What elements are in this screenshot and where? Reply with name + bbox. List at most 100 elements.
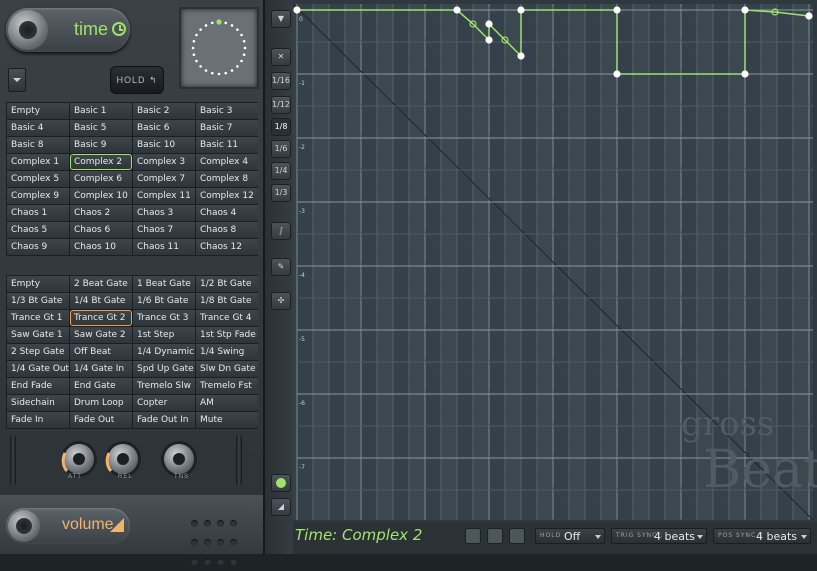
preset-cell[interactable]: Saw Gate 2 [70, 327, 132, 343]
time-dial[interactable] [179, 7, 259, 89]
preset-cell[interactable]: AM [196, 395, 258, 411]
preset-cell[interactable]: 2 Beat Gate [70, 276, 132, 292]
preset-cell[interactable]: Chaos 12 [196, 239, 258, 255]
preset-cell[interactable]: Basic 2 [133, 103, 195, 119]
time-knob[interactable] [8, 10, 48, 50]
toolbar-button[interactable]: 1/3 [271, 184, 291, 202]
preset-cell[interactable]: Chaos 5 [7, 222, 69, 238]
preset-cell[interactable]: Complex 4 [196, 154, 258, 170]
settings-icon[interactable] [465, 528, 481, 544]
preset-cell[interactable]: Complex 7 [133, 171, 195, 187]
preset-cell[interactable]: End Fade [7, 378, 69, 394]
toolbar-button[interactable]: ∫ [271, 222, 291, 240]
preset-cell[interactable]: Basic 1 [70, 103, 132, 119]
time-header[interactable]: time [6, 8, 130, 52]
preset-cell[interactable]: Tremelo Fst [196, 378, 258, 394]
preset-cell[interactable]: Chaos 10 [70, 239, 132, 255]
preset-cell[interactable]: Basic 3 [196, 103, 258, 119]
preset-cell[interactable]: 1/2 Bt Gate [196, 276, 258, 292]
preset-cell[interactable]: Empty [7, 103, 69, 119]
preset-cell[interactable]: 1/4 Bt Gate [70, 293, 132, 309]
preset-cell[interactable]: 1/4 Dynamic [133, 344, 195, 360]
preset-cell[interactable]: Chaos 1 [7, 205, 69, 221]
preset-cell[interactable]: Basic 10 [133, 137, 195, 153]
preset-cell[interactable]: Chaos 4 [196, 205, 258, 221]
preset-cell[interactable]: 1/8 Bt Gate [196, 293, 258, 309]
preset-cell[interactable]: Basic 11 [196, 137, 258, 153]
preset-cell[interactable]: 1st Step [133, 327, 195, 343]
preset-cell[interactable]: 1 Beat Gate [133, 276, 195, 292]
preset-cell[interactable]: Slw Dn Gate [196, 361, 258, 377]
preset-cell[interactable]: Complex 2 [70, 154, 132, 170]
toolbar-button[interactable]: 1/12 [271, 96, 291, 114]
preset-cell[interactable]: Complex 10 [70, 188, 132, 204]
preset-cell[interactable]: Trance Gt 2 [70, 310, 132, 326]
preset-cell[interactable]: Complex 11 [133, 188, 195, 204]
preset-cell[interactable]: Basic 6 [133, 120, 195, 136]
preset-cell[interactable]: Chaos 2 [70, 205, 132, 221]
preset-cell[interactable]: Fade Out In [133, 412, 195, 428]
preset-cell[interactable]: 1/6 Bt Gate [133, 293, 195, 309]
preset-cell[interactable]: Basic 7 [196, 120, 258, 136]
volume-header[interactable]: volume [6, 508, 130, 544]
preset-cell[interactable]: Trance Gt 1 [7, 310, 69, 326]
preset-cell[interactable]: Fade Out [70, 412, 132, 428]
right-slider[interactable] [236, 434, 242, 486]
preset-cell[interactable]: Chaos 9 [7, 239, 69, 255]
preset-cell[interactable]: Fade In [7, 412, 69, 428]
preset-cell[interactable]: Complex 8 [196, 171, 258, 187]
preset-cell[interactable]: Basic 5 [70, 120, 132, 136]
menu-dropdown-button[interactable] [8, 68, 26, 92]
envelope-editor[interactable]: 0 -1 -2 -3 -4 -5 -6 -7 gross Beat [293, 4, 817, 520]
preset-cell[interactable]: Basic 8 [7, 137, 69, 153]
preset-cell[interactable]: Complex 3 [133, 154, 195, 170]
preset-cell[interactable]: Drum Loop [70, 395, 132, 411]
volume-knob[interactable] [8, 510, 40, 542]
left-slider[interactable] [10, 434, 16, 486]
preset-cell[interactable]: Chaos 6 [70, 222, 132, 238]
volume-mode-icon[interactable]: ◢ [271, 498, 291, 516]
toolbar-button[interactable]: ✕ [271, 48, 291, 66]
toolbar-button[interactable]: 1/8 [271, 118, 291, 136]
trig-sync-dropdown[interactable]: TRIG SYNC : 4 beats [611, 528, 707, 544]
preset-cell[interactable]: Empty [7, 276, 69, 292]
preset-cell[interactable]: End Gate [70, 378, 132, 394]
toolbar-button[interactable]: 1/6 [271, 140, 291, 158]
pos-sync-dropdown[interactable]: POS SYNC : 4 beats [713, 528, 811, 544]
hold-button[interactable]: HOLD ↰ [110, 66, 164, 94]
att-knob[interactable] [61, 444, 94, 474]
preset-cell[interactable]: 1/4 Gate In [70, 361, 132, 377]
preset-cell[interactable]: Saw Gate 1 [7, 327, 69, 343]
preset-cell[interactable]: 2 Step Gate [7, 344, 69, 360]
toolbar-button[interactable]: 1/4 [271, 162, 291, 180]
preset-cell[interactable]: Spd Up Gate [133, 361, 195, 377]
preset-cell[interactable]: 1/4 Swing [196, 344, 258, 360]
preset-cell[interactable]: Tremelo Slw [133, 378, 195, 394]
hold-dropdown[interactable]: HOLD : Off [535, 528, 605, 544]
preset-cell[interactable]: Chaos 11 [133, 239, 195, 255]
preset-cell[interactable]: Copter [133, 395, 195, 411]
preset-cell[interactable]: 1st Stp Fade [196, 327, 258, 343]
preset-cell[interactable]: Basic 4 [7, 120, 69, 136]
preset-cell[interactable]: Mute [196, 412, 258, 428]
toolbar-button[interactable]: ✎ [271, 258, 291, 276]
link-icon[interactable] [487, 528, 503, 544]
toolbar-button[interactable]: ▼ [271, 10, 291, 28]
preset-cell[interactable]: Complex 9 [7, 188, 69, 204]
tns-knob[interactable] [164, 444, 194, 474]
preset-cell[interactable]: Trance Gt 4 [196, 310, 258, 326]
info-icon[interactable] [509, 528, 525, 544]
preset-cell[interactable]: Complex 12 [196, 188, 258, 204]
preset-cell[interactable]: Chaos 7 [133, 222, 195, 238]
rel-knob[interactable] [105, 444, 138, 474]
preset-cell[interactable]: 1/4 Gate Out [7, 361, 69, 377]
preset-cell[interactable]: Sidechain [7, 395, 69, 411]
preset-cell[interactable]: Basic 9 [70, 137, 132, 153]
preset-cell[interactable]: Complex 6 [70, 171, 132, 187]
preset-cell[interactable]: Off Beat [70, 344, 132, 360]
preset-cell[interactable]: Trance Gt 3 [133, 310, 195, 326]
toolbar-button[interactable]: ✣ [271, 292, 291, 310]
toolbar-button[interactable]: 1/16 [271, 72, 291, 90]
preset-cell[interactable]: Chaos 8 [196, 222, 258, 238]
time-mode-icon[interactable] [271, 474, 291, 492]
